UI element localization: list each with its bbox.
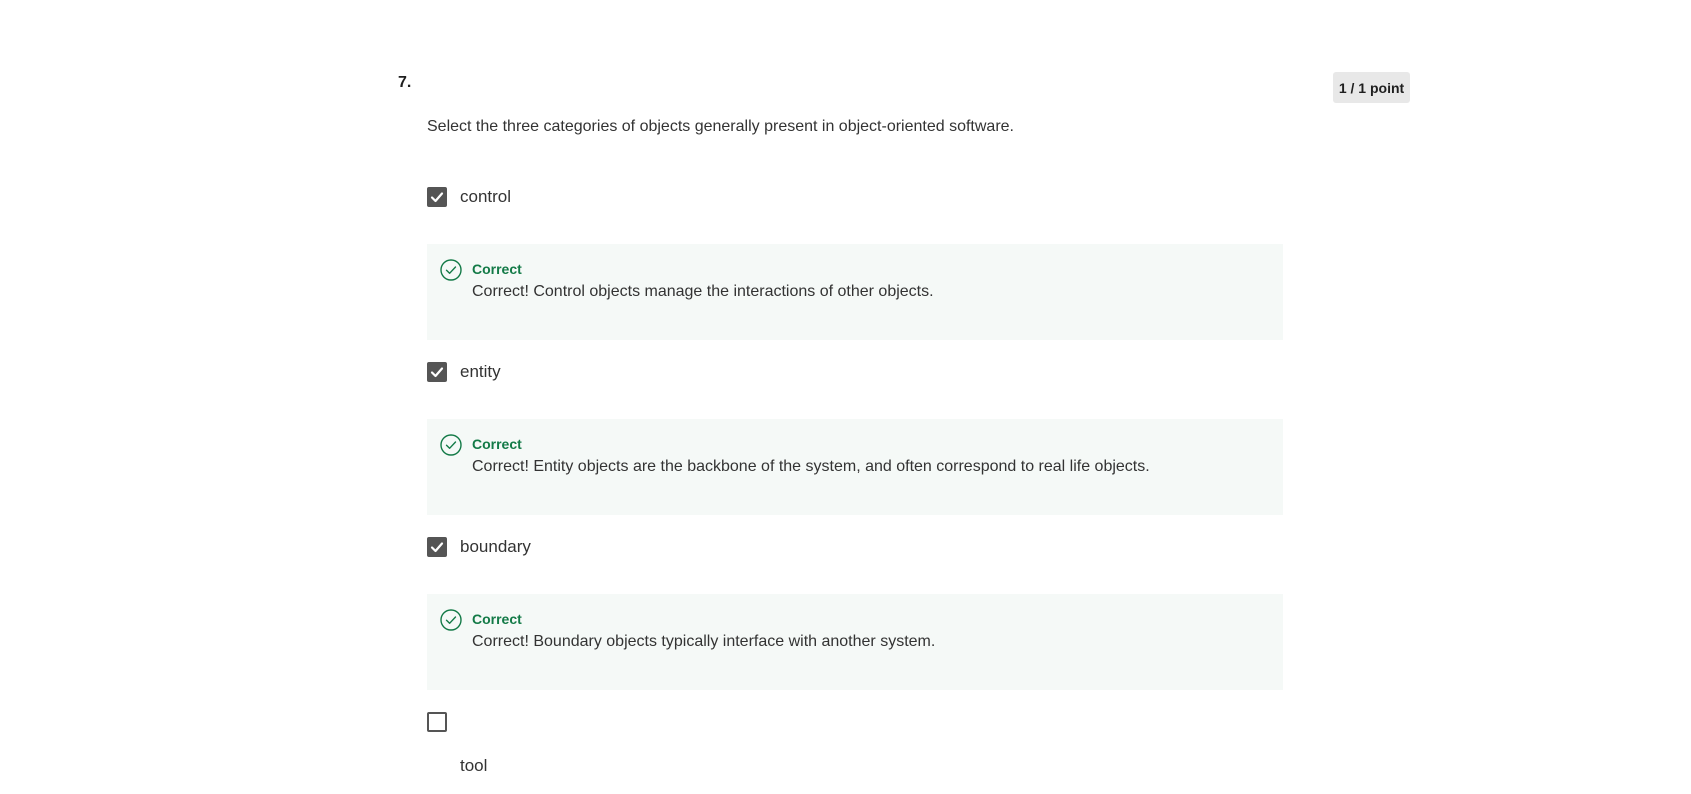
feedback-text: Correct! Control objects manage the inte… bbox=[472, 283, 934, 300]
option-control[interactable]: control bbox=[427, 187, 511, 207]
checkmark-icon bbox=[430, 542, 444, 553]
checkmark-icon bbox=[430, 192, 444, 203]
check-circle-icon bbox=[440, 434, 462, 456]
feedback-entity: Correct Correct! Entity objects are the … bbox=[427, 419, 1283, 515]
feedback-boundary: Correct Correct! Boundary objects typica… bbox=[427, 594, 1283, 690]
feedback-text: Correct! Entity objects are the backbone… bbox=[472, 458, 1150, 475]
option-entity[interactable]: entity bbox=[427, 362, 501, 382]
option-label: tool bbox=[460, 756, 488, 775]
option-label: boundary bbox=[460, 537, 531, 556]
feedback-control: Correct Correct! Control objects manage … bbox=[427, 244, 1283, 340]
checkbox-entity[interactable] bbox=[427, 362, 447, 382]
option-boundary[interactable]: boundary bbox=[427, 537, 531, 557]
checkbox-control[interactable] bbox=[427, 187, 447, 207]
option-label: entity bbox=[460, 362, 501, 381]
option-tool[interactable] bbox=[427, 712, 447, 732]
check-circle-icon bbox=[440, 609, 462, 631]
feedback-title: Correct bbox=[472, 436, 522, 452]
feedback-title: Correct bbox=[472, 611, 522, 627]
option-label: control bbox=[460, 187, 512, 206]
feedback-text: Correct! Boundary objects typically inte… bbox=[472, 633, 936, 650]
score-badge: 1 / 1 point bbox=[1333, 72, 1410, 103]
checkbox-tool[interactable] bbox=[427, 712, 447, 732]
question-number: 7. bbox=[398, 74, 412, 91]
checkbox-boundary[interactable] bbox=[427, 537, 447, 557]
quiz-question: 7. 1 / 1 point Select the three categori… bbox=[0, 0, 1691, 794]
feedback-title: Correct bbox=[472, 261, 522, 277]
check-circle-icon bbox=[440, 259, 462, 281]
checkmark-icon bbox=[430, 367, 444, 378]
question-prompt: Select the three categories of objects g… bbox=[427, 118, 1014, 135]
